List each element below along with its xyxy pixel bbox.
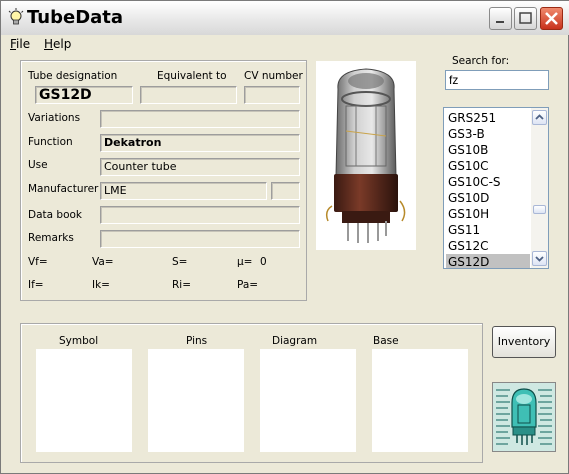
manufacturer-field[interactable]: LME: [100, 182, 267, 200]
mu-label: µ=: [237, 256, 253, 268]
search-input[interactable]: [445, 70, 549, 90]
tube-logo-icon: [493, 383, 555, 451]
pins-label: Pins: [186, 335, 208, 347]
symbol-image: [36, 349, 132, 452]
scroll-up-button[interactable]: [532, 110, 547, 125]
va-label: Va=: [92, 256, 114, 268]
symbol-label: Symbol: [59, 335, 99, 347]
menu-file[interactable]: File: [10, 37, 30, 51]
list-scrollbar[interactable]: [531, 108, 548, 268]
manufacturer-extra-field[interactable]: [271, 182, 300, 200]
lightbulb-icon: [8, 8, 24, 25]
vacuum-tube-image: [325, 68, 406, 243]
chevron-down-icon: [535, 256, 544, 262]
databook-field[interactable]: [100, 206, 300, 224]
designation-label: Tube designation: [28, 70, 118, 82]
designation-field[interactable]: GS12D: [35, 86, 133, 104]
search-label: Search for:: [452, 55, 510, 67]
list-item[interactable]: GS12C: [446, 238, 530, 254]
s-label: S=: [172, 256, 188, 268]
base-image: [372, 349, 468, 452]
scroll-down-button[interactable]: [532, 251, 547, 266]
results-list[interactable]: GRS251 GS3-B GS10B GS10C GS10C-S GS10D G…: [443, 107, 549, 269]
pa-label: Pa=: [237, 279, 259, 291]
list-item[interactable]: GS10B: [446, 142, 530, 158]
databook-label: Data book: [28, 209, 83, 221]
menu-bar: File Help: [1, 35, 569, 53]
ik-label: Ik=: [92, 279, 110, 291]
cv-field[interactable]: [244, 86, 300, 104]
cv-label: CV number: [244, 70, 303, 82]
variations-field[interactable]: [100, 110, 300, 128]
manufacturer-label: Manufacturer: [28, 183, 99, 195]
list-item-selected[interactable]: GS12D: [446, 254, 530, 268]
close-button[interactable]: [540, 7, 563, 30]
list-item[interactable]: GS3-B: [446, 126, 530, 142]
inventory-button[interactable]: Inventory: [492, 326, 556, 358]
variations-label: Variations: [28, 112, 81, 124]
title-bar[interactable]: TubeData: [1, 1, 569, 35]
minimize-icon: [496, 21, 504, 23]
chevron-up-icon: [535, 114, 544, 120]
list-item[interactable]: GRS251: [446, 110, 530, 126]
function-label: Function: [28, 136, 73, 148]
use-label: Use: [28, 159, 48, 171]
list-item[interactable]: GS10C-S: [446, 174, 530, 190]
close-icon: [545, 12, 558, 25]
maximize-icon: [519, 12, 532, 24]
function-field[interactable]: Dekatron: [100, 134, 300, 152]
menu-help[interactable]: Help: [44, 37, 71, 51]
list-item[interactable]: GS10C: [446, 158, 530, 174]
remarks-label: Remarks: [28, 232, 74, 244]
list-item[interactable]: GS10H: [446, 206, 530, 222]
equivalent-label: Equivalent to: [157, 70, 227, 82]
base-label: Base: [373, 335, 399, 347]
list-item[interactable]: GS10D: [446, 190, 530, 206]
app-window: TubeData File Help Tube designation Equi…: [0, 0, 569, 474]
ri-label: Ri=: [172, 279, 192, 291]
remarks-field[interactable]: [100, 230, 300, 248]
diagram-image: [260, 349, 356, 452]
maximize-button[interactable]: [514, 7, 537, 30]
minimize-button[interactable]: [489, 7, 512, 30]
if-label: If=: [28, 279, 44, 291]
equivalent-field[interactable]: [140, 86, 237, 104]
mu-value: 0: [260, 256, 267, 268]
tube-photo: [316, 61, 416, 250]
window-title: TubeData: [27, 7, 124, 28]
scroll-thumb[interactable]: [533, 205, 546, 214]
app-logo: [492, 382, 556, 452]
list-item[interactable]: GS11: [446, 222, 530, 238]
pins-image: [148, 349, 244, 452]
use-field[interactable]: Counter tube: [100, 158, 300, 176]
diagram-label: Diagram: [272, 335, 318, 347]
vf-label: Vf=: [28, 256, 48, 268]
